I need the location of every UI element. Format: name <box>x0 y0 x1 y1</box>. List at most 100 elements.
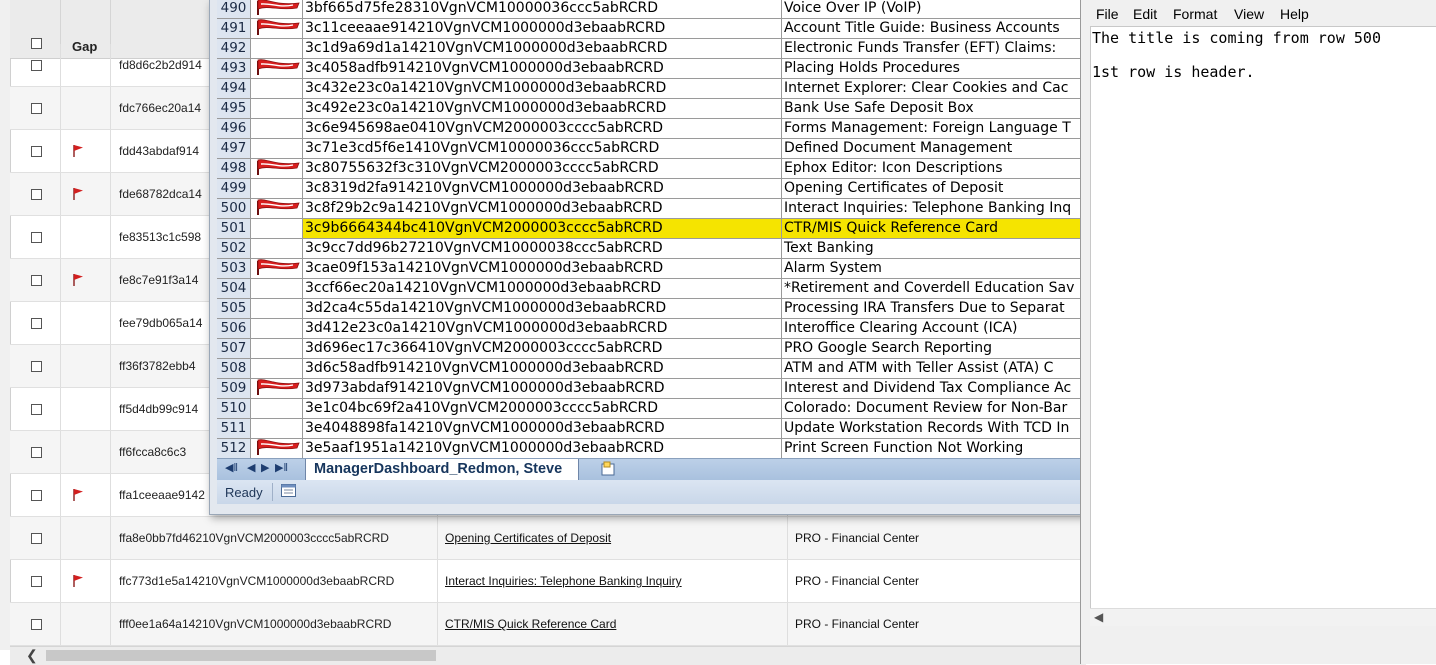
row-number[interactable]: 511 <box>217 419 251 438</box>
flag-cell[interactable] <box>251 439 303 458</box>
row-number[interactable]: 493 <box>217 59 251 78</box>
title-cell[interactable]: Placing Holds Procedures <box>782 59 1088 78</box>
row-number[interactable]: 512 <box>217 439 251 458</box>
flag-cell[interactable] <box>251 139 303 158</box>
row-checkbox[interactable] <box>31 60 42 71</box>
row-number[interactable]: 491 <box>217 19 251 38</box>
sheet-tab[interactable]: ManagerDashboard_Redmon, Steve <box>305 459 580 481</box>
flag-icon[interactable] <box>72 144 84 158</box>
row-checkbox[interactable] <box>31 189 42 200</box>
row-checkbox[interactable] <box>31 318 42 329</box>
flag-cell[interactable] <box>251 419 303 438</box>
menu-file[interactable]: File <box>1096 6 1119 22</box>
spreadsheet-grid[interactable]: 490 3bf665d75fe28310VgnVCM10000036ccc5abR… <box>217 0 1088 458</box>
content-id-cell[interactable]: 3c80755632f3c310VgnVCM2000003cccc5abRCRD <box>303 159 782 178</box>
content-id-cell[interactable]: 3e1c04bc69f2a410VgnVCM2000003cccc5abRCRD <box>303 399 782 418</box>
content-id-cell[interactable]: 3d412e23c0a14210VgnVCM1000000d3ebaabRCRD <box>303 319 782 338</box>
title-cell[interactable]: CTR/MIS Quick Reference Card <box>782 219 1088 238</box>
title-cell[interactable]: Colorado: Document Review for Non-Bar <box>782 399 1088 418</box>
row-checkbox[interactable] <box>31 232 42 243</box>
row-number[interactable]: 499 <box>217 179 251 198</box>
title-cell[interactable]: Update Workstation Records With TCD In <box>782 419 1088 438</box>
menu-edit[interactable]: Edit <box>1133 6 1157 22</box>
content-id-cell[interactable]: 3c432e23c0a14210VgnVCM1000000d3ebaabRCRD <box>303 79 782 98</box>
next-sheet-icon[interactable]: ▶ <box>261 461 269 474</box>
title-cell[interactable]: Bank Use Safe Deposit Box <box>782 99 1088 118</box>
content-id-cell[interactable]: 3c6e945698ae0410VgnVCM2000003cccc5abRCRD <box>303 119 782 138</box>
content-id-cell[interactable]: 3c71e3cd5f6e1410VgnVCM10000036ccc5abRCRD <box>303 139 782 158</box>
content-id-cell[interactable]: 3d2ca4c55da14210VgnVCM1000000d3ebaabRCRD <box>303 299 782 318</box>
content-id-cell[interactable]: 3e4048898fa14210VgnVCM1000000d3ebaabRCRD <box>303 419 782 438</box>
row-number[interactable]: 495 <box>217 99 251 118</box>
sheet-row[interactable]: 511 3e4048898fa14210VgnVCM1000000d3ebaabR… <box>217 419 1088 439</box>
title-cell[interactable]: Text Banking <box>782 239 1088 258</box>
content-title-link[interactable]: Interact Inquiries: Telephone Banking In… <box>445 574 682 588</box>
row-checkbox[interactable] <box>31 404 42 415</box>
content-id-cell[interactable]: 3c8f29b2c9a14210VgnVCM1000000d3ebaabRCRD <box>303 199 782 218</box>
flag-icon[interactable] <box>72 187 84 201</box>
menu-view[interactable]: View <box>1234 6 1264 22</box>
menu-help[interactable]: Help <box>1280 6 1309 22</box>
content-id-cell[interactable]: 3d6c58adfb914210VgnVCM1000000d3ebaabRCRD <box>303 359 782 378</box>
content-title-link[interactable]: CTR/MIS Quick Reference Card <box>445 617 616 631</box>
flag-cell[interactable] <box>251 179 303 198</box>
row-number[interactable]: 490 <box>217 0 251 18</box>
menu-format[interactable]: Format <box>1173 6 1217 22</box>
content-id-cell[interactable]: 3c1d9a69d1a14210VgnVCM1000000d3ebaabRCRD <box>303 39 782 58</box>
sheet-row[interactable]: 490 3bf665d75fe28310VgnVCM10000036ccc5abR… <box>217 0 1088 19</box>
sheet-row[interactable]: 503 3cae09f153a14210VgnVCM1000000d3ebaabR… <box>217 259 1088 279</box>
title-cell[interactable]: ATM and ATM with Teller Assist (ATA) C <box>782 359 1088 378</box>
row-number[interactable]: 502 <box>217 239 251 258</box>
flag-icon[interactable] <box>72 574 84 588</box>
row-checkbox[interactable] <box>31 576 42 587</box>
row-number[interactable]: 503 <box>217 259 251 278</box>
content-id-cell[interactable]: 3d973abdaf914210VgnVCM1000000d3ebaabRCRD <box>303 379 782 398</box>
flag-cell[interactable] <box>251 159 303 178</box>
content-id-cell[interactable]: 3c11ceeaae914210VgnVCM1000000d3ebaabRCRD <box>303 19 782 38</box>
content-id-cell[interactable]: 3cae09f153a14210VgnVCM1000000d3ebaabRCRD <box>303 259 782 278</box>
content-id-cell[interactable]: 3c4058adfb914210VgnVCM1000000d3ebaabRCRD <box>303 59 782 78</box>
content-id-cell[interactable]: 3c492e23c0a14210VgnVCM1000000d3ebaabRCRD <box>303 99 782 118</box>
content-id-cell[interactable]: 3c9b6664344bc410VgnVCM2000003cccc5abRCRD <box>303 219 782 238</box>
row-number[interactable]: 498 <box>217 159 251 178</box>
title-cell[interactable]: Account Title Guide: Business Accounts <box>782 19 1088 38</box>
last-sheet-icon[interactable]: ▶‖ <box>275 461 288 474</box>
content-id-cell[interactable]: 3d696ec17c366410VgnVCM2000003cccc5abRCRD <box>303 339 782 358</box>
title-cell[interactable]: Interact Inquiries: Telephone Banking In… <box>782 199 1088 218</box>
title-cell[interactable]: Interest and Dividend Tax Compliance Ac <box>782 379 1088 398</box>
title-cell[interactable]: Print Screen Function Not Working <box>782 439 1088 458</box>
content-id-cell[interactable]: 3c8319d2fa914210VgnVCM1000000d3ebaabRCRD <box>303 179 782 198</box>
flag-cell[interactable] <box>251 239 303 258</box>
row-checkbox[interactable] <box>31 275 42 286</box>
content-id-cell[interactable]: 3bf665d75fe28310VgnVCM10000036ccc5abRCRD <box>303 0 782 18</box>
title-cell[interactable]: Voice Over IP (VoIP) <box>782 0 1088 18</box>
row-number[interactable]: 492 <box>217 39 251 58</box>
sheet-row[interactable]: 497 3c71e3cd5f6e1410VgnVCM10000036ccc5abR… <box>217 139 1088 159</box>
sheet-row[interactable]: 501 3c9b6664344bc410VgnVCM2000003cccc5abR… <box>217 219 1088 239</box>
row-checkbox[interactable] <box>31 619 42 630</box>
sheet-row[interactable]: 502 3c9cc7dd96b27210VgnVCM10000038ccc5abR… <box>217 239 1088 259</box>
title-cell[interactable]: *Retirement and Coverdell Education Sav <box>782 279 1088 298</box>
content-id-cell[interactable]: 3ccf66ec20a14210VgnVCM1000000d3ebaabRCRD <box>303 279 782 298</box>
row-number[interactable]: 500 <box>217 199 251 218</box>
flag-cell[interactable] <box>251 259 303 278</box>
title-cell[interactable]: Ephox Editor: Icon Descriptions <box>782 159 1088 178</box>
row-number[interactable]: 507 <box>217 339 251 358</box>
row-checkbox[interactable] <box>31 533 42 544</box>
title-cell[interactable]: Defined Document Management <box>782 139 1088 158</box>
title-cell[interactable]: Internet Explorer: Clear Cookies and Cac <box>782 79 1088 98</box>
row-number[interactable]: 510 <box>217 399 251 418</box>
title-cell[interactable]: PRO Google Search Reporting <box>782 339 1088 358</box>
sheet-row[interactable]: 495 3c492e23c0a14210VgnVCM1000000d3ebaabR… <box>217 99 1088 119</box>
content-id-cell[interactable]: 3e5aaf1951a14210VgnVCM1000000d3ebaabRCRD <box>303 439 782 458</box>
table-row[interactable]: ffa8e0bb7fd46210VgnVCM2000003cccc5abRCRD… <box>10 517 1086 560</box>
macro-record-icon[interactable] <box>281 484 296 497</box>
row-number[interactable]: 496 <box>217 119 251 138</box>
notepad-horizontal-scrollbar[interactable]: ◀ <box>1090 608 1436 627</box>
flag-icon[interactable] <box>72 273 84 287</box>
sheet-row[interactable]: 498 3c80755632f3c310VgnVCM2000003cccc5abR… <box>217 159 1088 179</box>
sheet-row[interactable]: 500 3c8f29b2c9a14210VgnVCM1000000d3ebaabR… <box>217 199 1088 219</box>
scroll-left-icon[interactable]: ◀ <box>1094 610 1103 624</box>
flag-cell[interactable] <box>251 199 303 218</box>
flag-cell[interactable] <box>251 19 303 38</box>
